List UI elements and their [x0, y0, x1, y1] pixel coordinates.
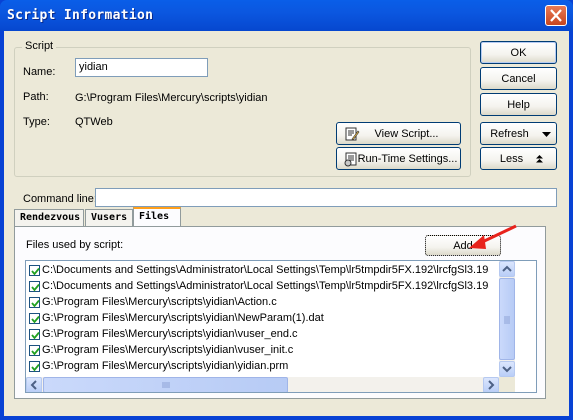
file-list-item[interactable]: G:\Program Files\Mercury\scripts\yidian\…: [29, 311, 489, 327]
refresh-button[interactable]: Refresh: [480, 122, 557, 145]
file-path: G:\Program Files\Mercury\scripts\yidian\…: [42, 312, 324, 324]
scroll-up-icon: [502, 265, 512, 272]
command-line-label: Command line:: [23, 193, 97, 205]
grip-icon: [162, 382, 170, 388]
files-list[interactable]: C:\Documents and Settings\Administrator\…: [25, 260, 537, 393]
checkmark-icon: [31, 283, 40, 292]
checkmark-icon: [31, 299, 40, 308]
file-list-item[interactable]: G:\Program Files\Mercury\scripts\yidian\…: [29, 295, 489, 311]
view-script-label: View Script...: [374, 127, 439, 140]
scroll-right-button[interactable]: [483, 377, 499, 392]
checkmark-icon: [31, 267, 40, 276]
horizontal-scrollbar[interactable]: [26, 377, 499, 392]
scroll-left-button[interactable]: [26, 377, 42, 392]
name-label: Name:: [23, 66, 56, 78]
ok-label: OK: [510, 46, 527, 59]
help-button[interactable]: Help: [480, 93, 557, 116]
file-path: G:\Program Files\Mercury\scripts\yidian\…: [42, 328, 298, 340]
scroll-left-icon: [30, 380, 37, 390]
scroll-corner: [499, 377, 515, 392]
file-checkbox[interactable]: [29, 297, 40, 308]
runtime-settings-button[interactable]: Run-Time Settings...: [336, 147, 461, 170]
checkmark-icon: [31, 315, 40, 324]
vertical-scrollbar[interactable]: [499, 261, 515, 377]
tab-vusers[interactable]: Vusers: [85, 209, 133, 226]
script-information-window: Script Information Script Name: yidian P…: [0, 0, 573, 420]
name-field[interactable]: yidian: [75, 58, 208, 77]
file-checkbox[interactable]: [29, 345, 40, 356]
file-path: C:\Documents and Settings\Administrator\…: [42, 280, 489, 292]
close-button[interactable]: [545, 5, 567, 26]
file-list-item[interactable]: C:\Documents and Settings\Administrator\…: [29, 263, 489, 279]
tab-rendezvous[interactable]: Rendezvous: [14, 209, 84, 226]
window-title: Script Information: [7, 8, 154, 23]
annotation-arrow-icon: [469, 224, 517, 249]
cancel-button[interactable]: Cancel: [480, 67, 557, 90]
path-value: G:\Program Files\Mercury\scripts\yidian: [75, 92, 268, 104]
help-label: Help: [507, 98, 530, 111]
file-list-item[interactable]: G:\Program Files\Mercury\scripts\yidian\…: [29, 359, 489, 375]
checkmark-icon: [31, 331, 40, 340]
ok-button[interactable]: OK: [480, 41, 557, 64]
horizontal-scroll-thumb[interactable]: [43, 377, 288, 392]
file-checkbox[interactable]: [29, 361, 40, 372]
cancel-label: Cancel: [501, 72, 536, 85]
scroll-right-icon: [488, 380, 495, 390]
file-path: C:\Documents and Settings\Administrator\…: [42, 264, 489, 276]
title-bar[interactable]: Script Information: [0, 0, 573, 31]
collapse-up-icon: [536, 155, 543, 163]
file-path: G:\Program Files\Mercury\scripts\yidian\…: [42, 296, 277, 308]
tab-files[interactable]: Files: [133, 207, 181, 227]
command-line-field[interactable]: [95, 188, 557, 207]
file-checkbox[interactable]: [29, 281, 40, 292]
scroll-down-icon: [502, 366, 512, 373]
vertical-scroll-thumb[interactable]: [499, 278, 515, 360]
path-label: Path:: [23, 91, 49, 103]
view-script-button[interactable]: View Script...: [336, 122, 461, 145]
type-label: Type:: [23, 116, 50, 128]
runtime-settings-label: Run-Time Settings...: [357, 152, 458, 165]
type-value: QTWeb: [75, 116, 113, 128]
file-checkbox[interactable]: [29, 313, 40, 324]
file-checkbox[interactable]: [29, 329, 40, 340]
grip-icon: [504, 316, 510, 324]
script-group-label: Script: [22, 40, 57, 52]
file-list-item[interactable]: G:\Program Files\Mercury\scripts\yidian\…: [29, 343, 489, 359]
scroll-up-button[interactable]: [499, 261, 515, 277]
file-checkbox[interactable]: [29, 265, 40, 276]
dropdown-arrow-icon: [542, 132, 551, 137]
less-button[interactable]: Less: [480, 147, 557, 170]
checkmark-icon: [31, 363, 40, 372]
scroll-down-button[interactable]: [499, 361, 515, 377]
less-label: Less: [499, 152, 524, 165]
checkmark-icon: [31, 347, 40, 356]
file-path: G:\Program Files\Mercury\scripts\yidian\…: [42, 360, 289, 372]
file-list-item[interactable]: G:\Program Files\Mercury\scripts\yidian\…: [29, 327, 489, 343]
file-list-item[interactable]: C:\Documents and Settings\Administrator\…: [29, 279, 489, 295]
file-path: G:\Program Files\Mercury\scripts\yidian\…: [42, 344, 294, 356]
files-used-label: Files used by script:: [26, 239, 124, 251]
close-icon: [550, 9, 562, 22]
